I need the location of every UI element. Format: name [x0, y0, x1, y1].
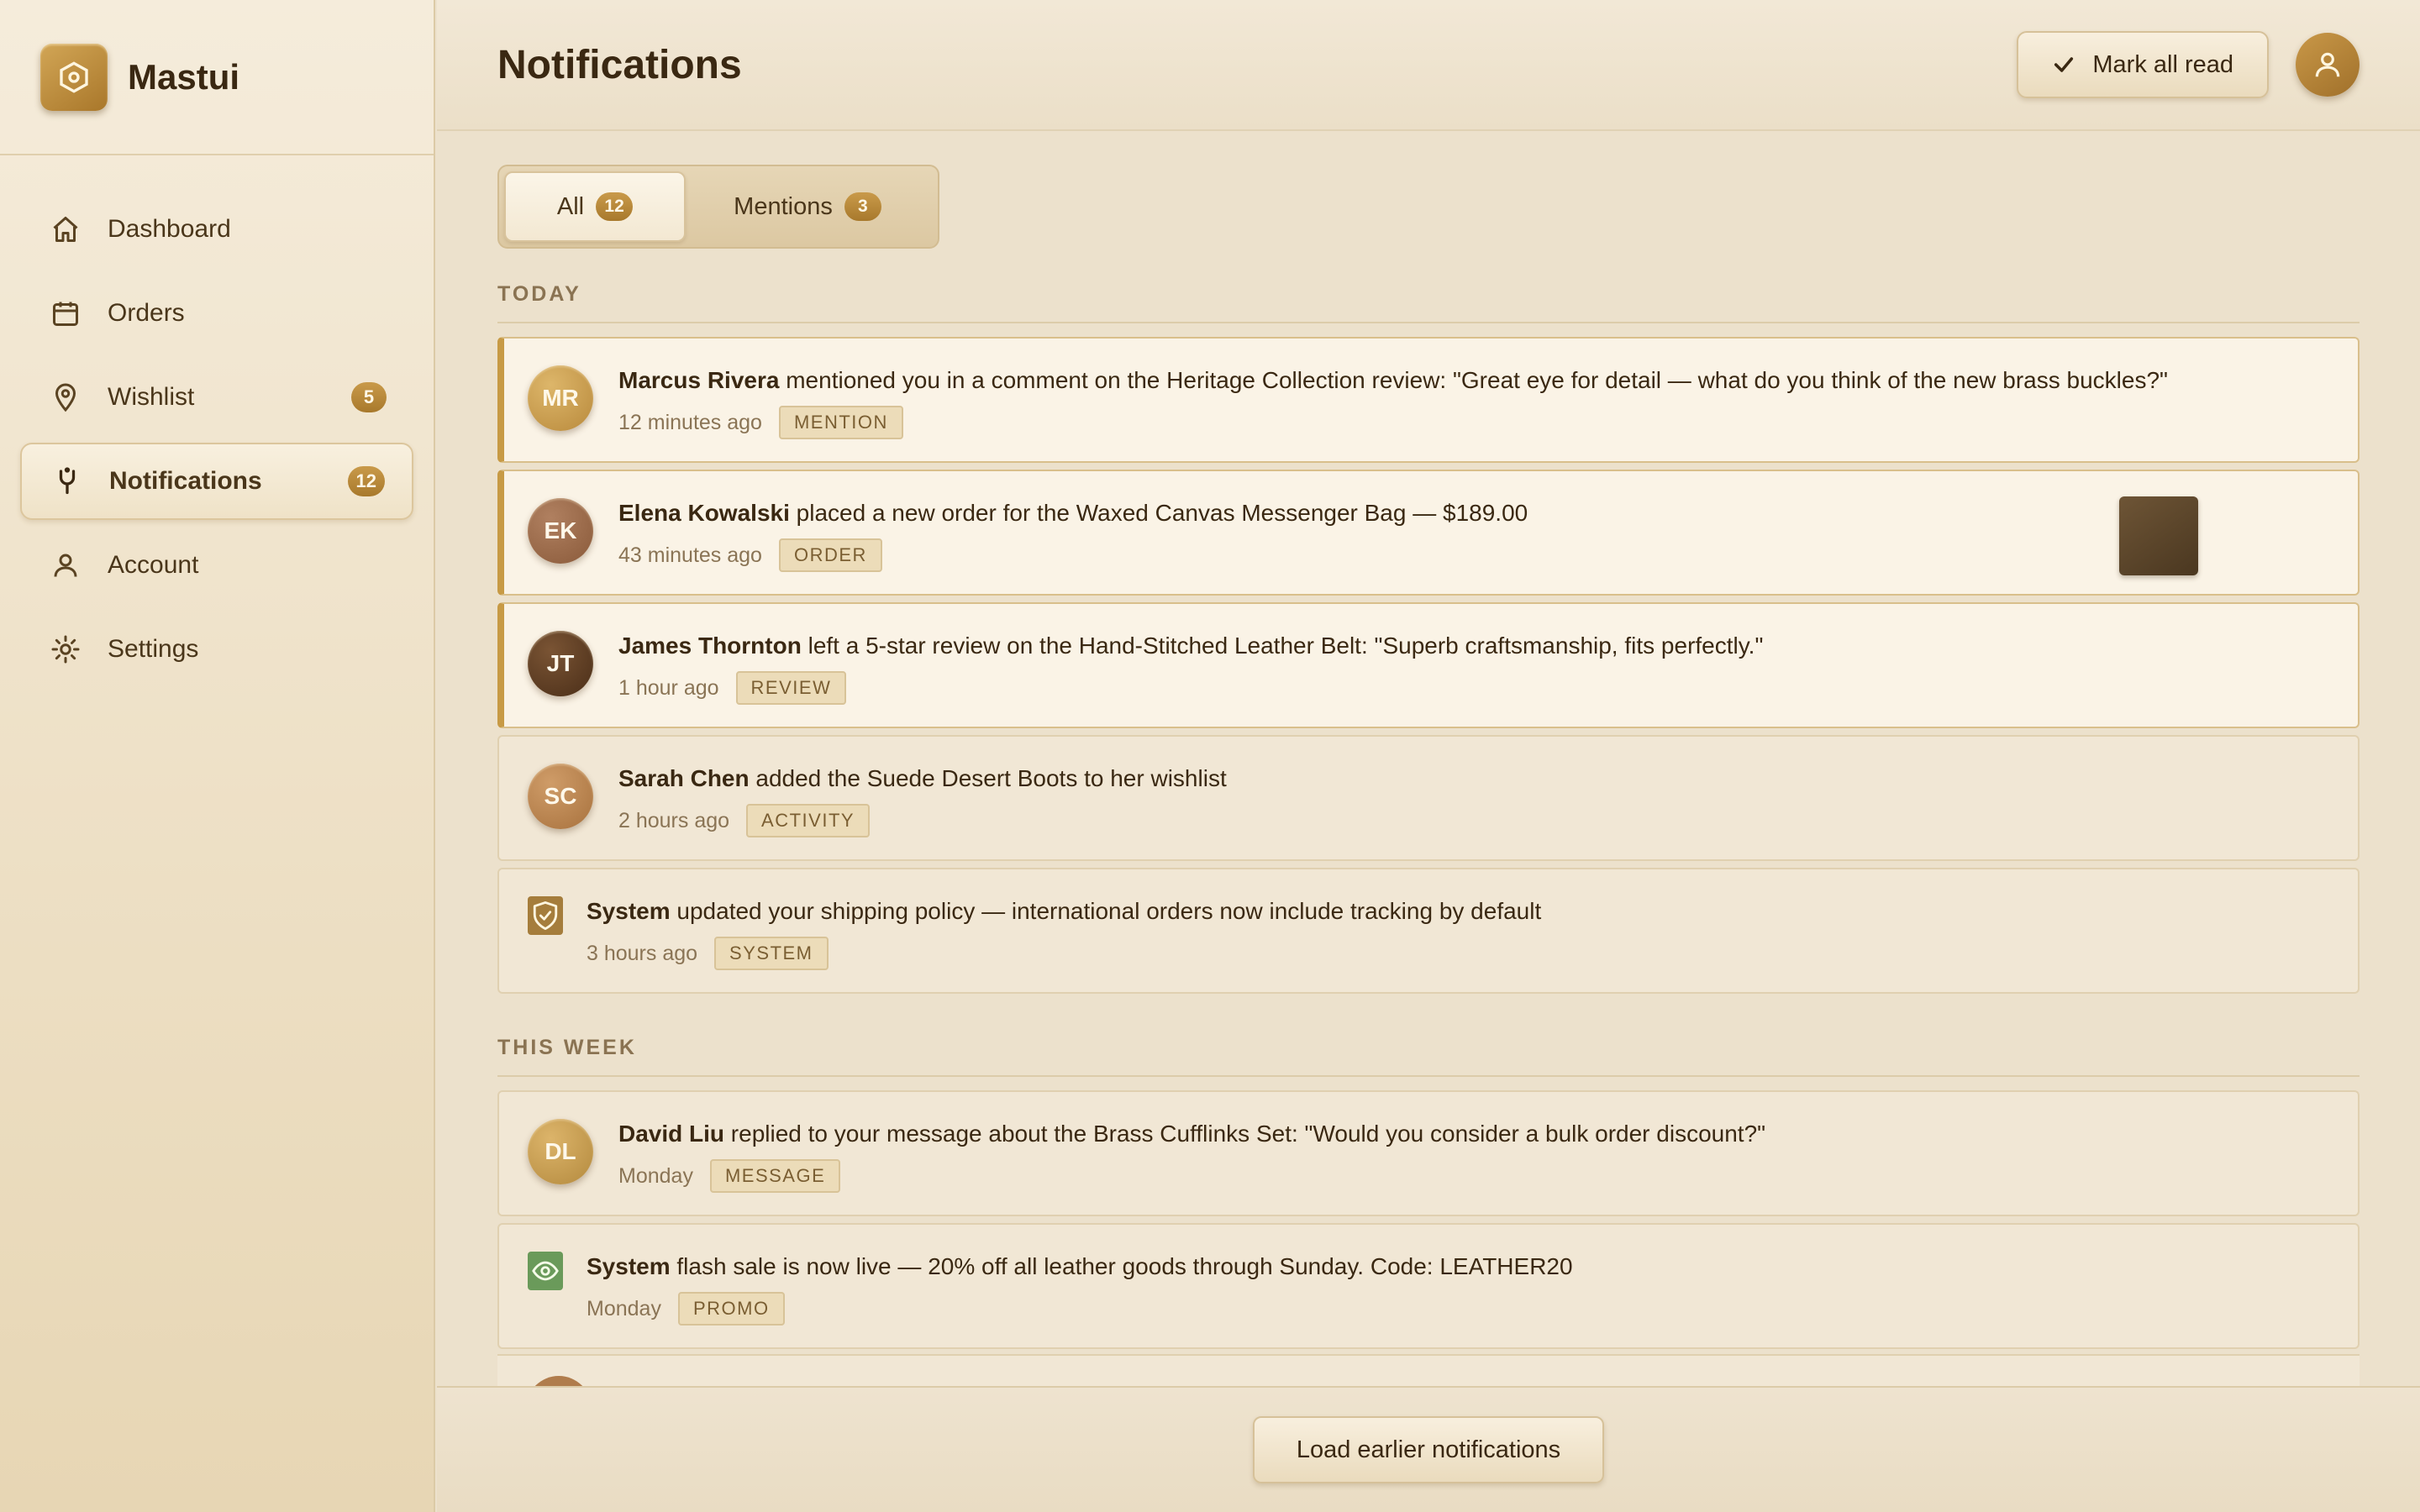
- notification-time: Monday: [618, 1163, 693, 1188]
- gear-icon: [49, 633, 82, 666]
- location-pin-icon: [49, 381, 82, 414]
- tab-label: All: [556, 192, 585, 220]
- notification-item[interactable]: SC Sarah Chen added the Suede Desert Boo…: [497, 735, 2360, 861]
- notification-item[interactable]: EK Elena Kowalski placed a new order for…: [497, 470, 2360, 596]
- sidebar-item-label: Orders: [108, 299, 185, 327]
- avatar: SC: [528, 764, 593, 829]
- top-bar: Notifications Mark all read: [437, 0, 2420, 131]
- notification-text: Marcus Rivera mentioned you in a comment…: [618, 367, 2168, 393]
- notification-time: 2 hours ago: [618, 808, 730, 832]
- checkmark-icon: [2052, 53, 2075, 76]
- notification-tag: SYSTEM: [714, 937, 829, 970]
- notification-text: System flash sale is now live — 20% off …: [587, 1253, 1573, 1279]
- notifications-content: All 12 Mentions 3 TODAY MR Marcus Rivera…: [437, 131, 2420, 1349]
- sidebar-item-label: Notifications: [109, 467, 262, 495]
- actor-name: System: [587, 1253, 671, 1279]
- notification-time: 43 minutes ago: [618, 543, 762, 567]
- tab-count-badge: 3: [844, 192, 881, 221]
- sidebar-item-settings[interactable]: Settings: [20, 611, 413, 688]
- notification-tag: ACTIVITY: [746, 804, 871, 837]
- actor-name: James Thornton: [618, 633, 802, 659]
- notification-tag: REVIEW: [735, 671, 847, 705]
- notification-text: James Thornton left a 5-star review on t…: [618, 633, 1764, 659]
- sidebar-item-label: Account: [108, 551, 199, 579]
- shield-check-icon: [528, 896, 563, 935]
- sidebar-item-orders[interactable]: Orders: [20, 275, 413, 352]
- section-heading-this-week: THIS WEEK: [497, 1036, 2360, 1077]
- notification-item[interactable]: System updated your shipping policy — in…: [497, 868, 2360, 994]
- tab-all[interactable]: All 12: [504, 171, 686, 242]
- logo-hexagon-icon: [40, 43, 108, 111]
- sidebar-item-label: Dashboard: [108, 215, 231, 243]
- actor-name: Elena Kowalski: [618, 500, 790, 526]
- actor-name: Marcus Rivera: [618, 367, 780, 393]
- app-name: Mastui: [128, 56, 240, 97]
- notification-item[interactable]: DL David Liu replied to your message abo…: [497, 1090, 2360, 1216]
- home-icon: [49, 213, 82, 246]
- notification-list-today: MR Marcus Rivera mentioned you in a comm…: [497, 337, 2360, 994]
- sidebar-item-label: Wishlist: [108, 383, 195, 411]
- notification-item[interactable]: MR Marcus Rivera mentioned you in a comm…: [497, 337, 2360, 463]
- notification-tag: MESSAGE: [709, 1159, 841, 1193]
- load-earlier-button[interactable]: Load earlier notifications: [1252, 1416, 1605, 1483]
- eye-tag-icon: [528, 1252, 563, 1290]
- notification-time: 12 minutes ago: [618, 410, 762, 434]
- notification-time: 3 hours ago: [587, 941, 698, 965]
- list-footer: Load earlier notifications: [437, 1386, 2420, 1512]
- tab-mentions[interactable]: Mentions 3: [686, 171, 929, 242]
- page-title: Notifications: [497, 42, 742, 87]
- sidebar-item-notifications[interactable]: Notifications 12: [20, 443, 413, 520]
- notification-item-partial[interactable]: [497, 1354, 2360, 1388]
- calendar-icon: [49, 297, 82, 330]
- bell-icon: [50, 465, 84, 498]
- avatar: EK: [528, 498, 593, 564]
- section-heading-today: TODAY: [497, 282, 2360, 323]
- main-area: Notifications Mark all read All 12 Menti…: [437, 0, 2420, 1512]
- tab-count-badge: 12: [596, 192, 634, 221]
- sidebar: Mastui Dashboard Orders Wishlist 5 Notif…: [0, 0, 435, 1512]
- notification-tag: ORDER: [778, 538, 882, 572]
- actor-name: Sarah Chen: [618, 765, 750, 791]
- notification-tag: MENTION: [778, 406, 903, 439]
- notification-list-this-week: DL David Liu replied to your message abo…: [497, 1090, 2360, 1349]
- actor-name: David Liu: [618, 1121, 725, 1147]
- brand: Mastui: [0, 0, 434, 155]
- notification-tag: PROMO: [677, 1292, 785, 1326]
- avatar: JT: [528, 631, 593, 696]
- actor-name: System: [587, 898, 671, 924]
- mark-all-read-button[interactable]: Mark all read: [2017, 31, 2269, 98]
- notifications-count-badge: 12: [347, 466, 385, 496]
- sidebar-item-dashboard[interactable]: Dashboard: [20, 191, 413, 268]
- sidebar-item-wishlist[interactable]: Wishlist 5: [20, 359, 413, 436]
- product-thumbnail[interactable]: [2119, 496, 2198, 575]
- notification-item[interactable]: System flash sale is now live — 20% off …: [497, 1223, 2360, 1349]
- sidebar-item-account[interactable]: Account: [20, 527, 413, 604]
- avatar: DL: [528, 1119, 593, 1184]
- sidebar-item-label: Settings: [108, 635, 199, 663]
- tab-label: Mentions: [734, 192, 833, 220]
- notification-item[interactable]: JT James Thornton left a 5-star review o…: [497, 602, 2360, 728]
- notification-text: System updated your shipping policy — in…: [587, 898, 1542, 924]
- notification-text: Sarah Chen added the Suede Desert Boots …: [618, 765, 1227, 791]
- mark-all-read-label: Mark all read: [2092, 50, 2233, 78]
- wishlist-count-badge: 5: [351, 382, 387, 412]
- notification-text: Elena Kowalski placed a new order for th…: [618, 500, 1528, 526]
- user-icon: [49, 549, 82, 582]
- notification-time: Monday: [587, 1296, 661, 1320]
- sidebar-nav: Dashboard Orders Wishlist 5 Notification…: [0, 155, 434, 688]
- notification-text: David Liu replied to your message about …: [618, 1121, 1766, 1147]
- notification-time: 1 hour ago: [618, 675, 719, 700]
- user-avatar-button[interactable]: [2296, 33, 2360, 97]
- avatar: MR: [528, 365, 593, 431]
- filter-tabs: All 12 Mentions 3: [497, 165, 939, 249]
